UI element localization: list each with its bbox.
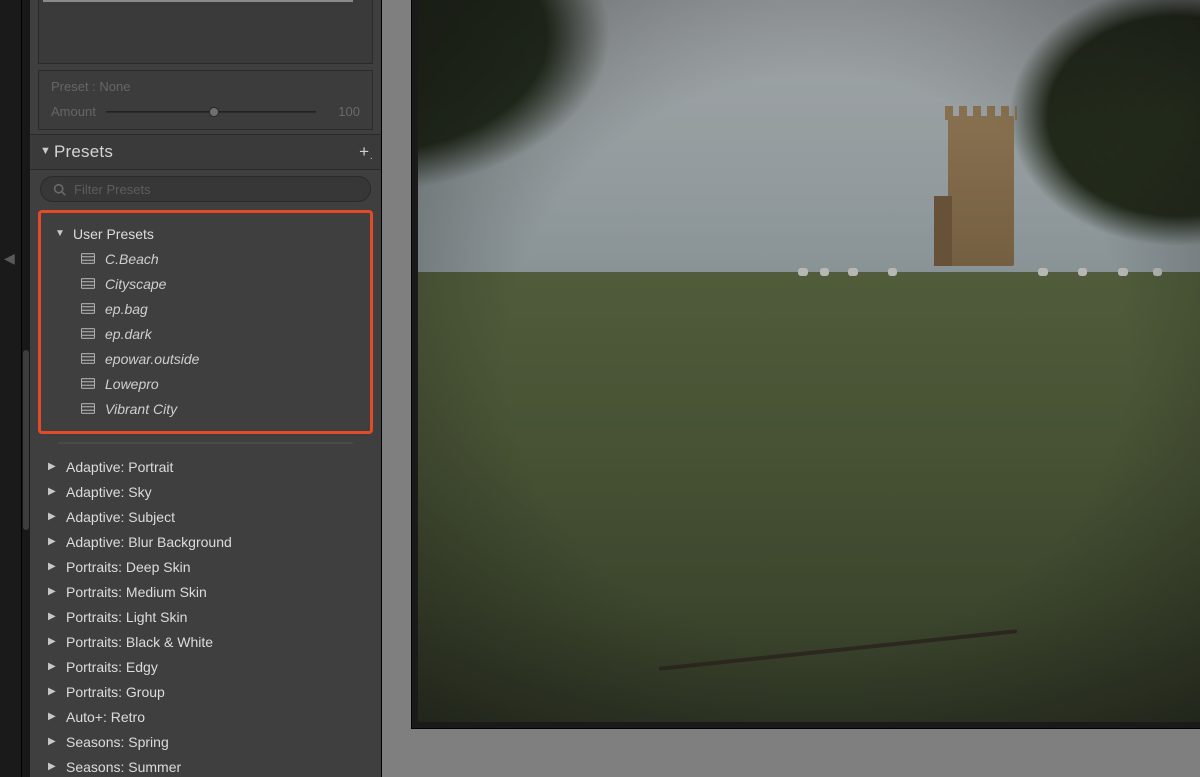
preset-label: Vibrant City (105, 401, 177, 417)
amount-slider-knob[interactable] (209, 107, 219, 117)
group-label: User Presets (73, 226, 154, 242)
preset-item[interactable]: Lowepro (47, 371, 364, 396)
chevron-right-icon: ▶ (48, 711, 58, 722)
group-label: Portraits: Black & White (66, 634, 213, 650)
chevron-right-icon: ▶ (48, 586, 58, 597)
add-preset-icon[interactable]: + (359, 142, 369, 162)
chevron-down-icon[interactable]: ▼ (40, 145, 54, 157)
group-label: Portraits: Edgy (66, 659, 158, 675)
tower-shape (948, 116, 1014, 266)
preset-label: Preset : (51, 79, 96, 94)
chevron-right-icon: ▶ (48, 536, 58, 547)
preset-item[interactable]: C.Beach (47, 246, 364, 271)
group-label: Seasons: Summer (66, 759, 181, 775)
chevron-right-icon: ▶ (48, 511, 58, 522)
preset-icon (81, 378, 95, 389)
preset-group[interactable]: ▶ Adaptive: Sky (38, 479, 373, 504)
user-presets-highlight: ▼ User Presets C.Beach Cityscape ep.bag ep.… (38, 210, 373, 434)
group-label: Adaptive: Blur Background (66, 534, 232, 550)
group-label: Portraits: Medium Skin (66, 584, 207, 600)
presets-body: ▼ User Presets C.Beach Cityscape ep.bag ep.… (30, 208, 381, 777)
panel-title: Presets (54, 142, 359, 162)
chevron-right-icon: ▶ (48, 461, 58, 472)
navigator-thumbnail[interactable] (38, 0, 373, 64)
presets-panel-header[interactable]: ▼ Presets + (30, 134, 381, 170)
preset-group[interactable]: ▶ Portraits: Black & White (38, 629, 373, 654)
photo[interactable] (418, 0, 1200, 722)
preset-label: ep.dark (105, 326, 152, 342)
preset-group[interactable]: ▶ Portraits: Group (38, 679, 373, 704)
preset-group[interactable]: ▶ Adaptive: Blur Background (38, 529, 373, 554)
preset-group[interactable]: ▶ Portraits: Medium Skin (38, 579, 373, 604)
preset-label: epowar.outside (105, 351, 199, 367)
preset-label: Cityscape (105, 276, 166, 292)
preset-group[interactable]: ▶ Seasons: Spring (38, 729, 373, 754)
panel-scrollbar[interactable] (22, 0, 30, 777)
group-label: Adaptive: Portrait (66, 459, 173, 475)
preset-item[interactable]: Cityscape (47, 271, 364, 296)
preset-group[interactable]: ▶ Adaptive: Portrait (38, 454, 373, 479)
preset-icon (81, 403, 95, 414)
preset-group[interactable]: ▶ Auto+: Retro (38, 704, 373, 729)
search-icon (53, 183, 66, 196)
group-label: Auto+: Retro (66, 709, 145, 725)
expand-rail-icon[interactable]: ◀ (4, 250, 15, 267)
profile-box: Preset : None Amount 100 (38, 70, 373, 130)
preset-value[interactable]: None (99, 79, 130, 94)
preset-icon (81, 353, 95, 364)
image-canvas[interactable] (382, 0, 1200, 777)
left-rail[interactable]: ◀ (0, 0, 22, 777)
preset-label: C.Beach (105, 251, 159, 267)
amount-value: 100 (326, 104, 360, 119)
user-presets-group[interactable]: ▼ User Presets (47, 221, 364, 246)
chevron-right-icon: ▶ (48, 561, 58, 572)
preset-item[interactable]: Vibrant City (47, 396, 364, 421)
chevron-right-icon: ▶ (48, 736, 58, 747)
chevron-right-icon: ▶ (48, 636, 58, 647)
preset-item[interactable]: ep.bag (47, 296, 364, 321)
preset-group[interactable]: ▶ Seasons: Summer (38, 754, 373, 777)
group-label: Seasons: Spring (66, 734, 169, 750)
chevron-right-icon: ▶ (48, 686, 58, 697)
preset-group[interactable]: ▶ Portraits: Edgy (38, 654, 373, 679)
group-label: Portraits: Group (66, 684, 165, 700)
chevron-down-icon: ▼ (55, 228, 65, 239)
preset-label: ep.bag (105, 301, 148, 317)
preset-item[interactable]: ep.dark (47, 321, 364, 346)
preset-group[interactable]: ▶ Adaptive: Subject (38, 504, 373, 529)
group-label: Portraits: Deep Skin (66, 559, 191, 575)
preset-icon (81, 278, 95, 289)
search-placeholder: Filter Presets (74, 182, 151, 197)
preset-label: Lowepro (105, 376, 159, 392)
amount-slider[interactable] (106, 105, 316, 119)
search-input[interactable]: Filter Presets (40, 176, 371, 202)
divider (58, 442, 353, 444)
amount-label: Amount (51, 104, 96, 119)
preset-group[interactable]: ▶ Portraits: Deep Skin (38, 554, 373, 579)
chevron-right-icon: ▶ (48, 661, 58, 672)
preset-icon (81, 253, 95, 264)
preset-group[interactable]: ▶ Portraits: Light Skin (38, 604, 373, 629)
group-label: Adaptive: Sky (66, 484, 152, 500)
sidebar: Preset : None Amount 100 ▼ Presets + Fil… (30, 0, 382, 777)
chevron-right-icon: ▶ (48, 761, 58, 772)
chevron-right-icon: ▶ (48, 611, 58, 622)
scrollbar-thumb[interactable] (23, 350, 29, 530)
group-label: Adaptive: Subject (66, 509, 175, 525)
group-label: Portraits: Light Skin (66, 609, 187, 625)
preset-icon (81, 328, 95, 339)
preset-item[interactable]: epowar.outside (47, 346, 364, 371)
photo-frame (412, 0, 1200, 728)
preset-icon (81, 303, 95, 314)
chevron-right-icon: ▶ (48, 486, 58, 497)
